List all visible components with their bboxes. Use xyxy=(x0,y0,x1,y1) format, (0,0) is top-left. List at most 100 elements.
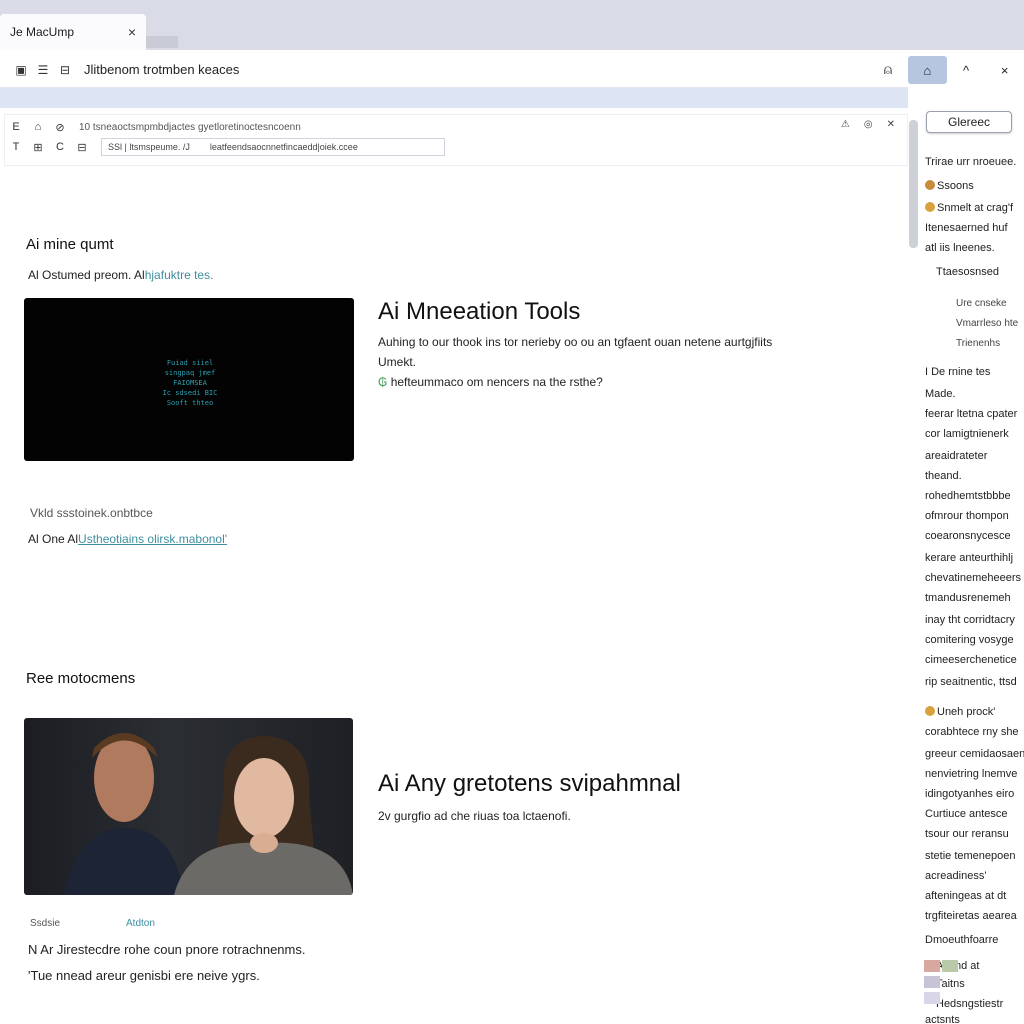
meta-prefix: Al One Al xyxy=(28,532,79,546)
side-panel-line: feerar ltetna cpater xyxy=(925,408,1017,420)
video-thumbnail[interactable]: Fuiad siiel singpaq jmef FAIOMSEA Ic sds… xyxy=(24,298,354,461)
side-panel-line-text: theand. xyxy=(925,470,962,482)
refresh-icon[interactable]: C xyxy=(49,141,71,153)
thumbnail[interactable] xyxy=(924,992,940,1004)
meta-link[interactable]: Ustheotiains olirsk.mabonol' xyxy=(78,532,227,546)
home-icon[interactable]: ⌂ xyxy=(908,56,947,84)
toolbar-path: 10 tsneaoctsmpmbdjactes gyetloretinoctes… xyxy=(79,121,301,133)
side-panel-line: tsour our reransu xyxy=(925,828,1009,840)
lock-icon[interactable]: ⌂ xyxy=(27,121,49,133)
side-panel-line: Snmelt at crag'f xyxy=(925,202,1013,214)
side-panel-line-text: afteningeas at dt xyxy=(925,890,1007,902)
collapse-icon[interactable]: ^ xyxy=(947,56,986,84)
side-panel-line: coearonsnycesce xyxy=(925,530,1011,542)
subtitle-text: Al Ostumed preom. Al xyxy=(28,268,145,282)
side-panel-line: I De rnine tes xyxy=(925,366,990,378)
main-content: Ai mine qumt Al Ostumed preom. Alhjafukt… xyxy=(0,166,906,1024)
photo-meta-b[interactable]: Atdton xyxy=(126,918,155,929)
thumbnail[interactable] xyxy=(924,976,940,988)
tab-strip-gap xyxy=(146,36,178,48)
side-panel-line-text: comitering vosyge xyxy=(925,634,1014,646)
grid-icon[interactable]: ⊞ xyxy=(27,141,49,154)
bullet-icon xyxy=(925,180,935,190)
page-icon[interactable]: ▣ xyxy=(10,63,32,77)
card-title-1[interactable]: Ai Mneeation Tools xyxy=(378,298,580,326)
page-toolbar: E ⌂ ⊘ 10 tsneaoctsmpmbdjactes gyetloreti… xyxy=(4,114,908,166)
subtitle-link[interactable]: hjafuktre tes. xyxy=(145,268,214,282)
text-tool-icon[interactable]: E xyxy=(5,121,27,133)
card-desc-line: Umekt. xyxy=(378,355,417,369)
pin-icon[interactable]: ✕ xyxy=(887,119,895,130)
meta-label: Vkld ssstoinek.onbtbce xyxy=(30,506,153,520)
side-panel-line-text: rip seaitnentic, ttsd xyxy=(925,676,1017,688)
side-panel-line: Vmarrleso hte xyxy=(956,318,1018,329)
side-panel-line-text: atl iis lneenes. xyxy=(925,242,995,254)
field-segment-a: SSl | ltsmspeume. /J xyxy=(108,142,190,152)
side-panel-line: kerare anteurthihlj xyxy=(925,552,1013,564)
toolbar-right-group: ⚠ ◎ ✕ xyxy=(841,119,895,130)
info-strip xyxy=(0,88,908,108)
side-panel-line-text: Made. xyxy=(925,388,956,400)
side-panel-line-text: areaidrateter xyxy=(925,450,988,462)
section-subtitle-1: Al Ostumed preom. Alhjafuktre tes. xyxy=(28,268,213,282)
thumbnail[interactable] xyxy=(942,960,958,972)
side-panel-button[interactable]: Glereec xyxy=(926,111,1012,133)
side-panel-line: Ttaesosnsed xyxy=(936,266,999,278)
portrait-photo[interactable] xyxy=(24,718,353,895)
card-title-2[interactable]: Ai Any gretotens svipahmnal xyxy=(378,770,681,798)
side-panel-line-text: kerare anteurthihlj xyxy=(925,552,1014,564)
side-panel-line-text: actsnts xyxy=(925,1014,960,1024)
video-caption-line: singpaq jmef xyxy=(164,369,216,377)
main-scrollbar-thumb[interactable] xyxy=(909,120,918,248)
photo-meta-a: Ssdsie xyxy=(30,918,61,929)
card-desc-line: ₲ hefteummaco om nencers na the rsthe? xyxy=(378,372,838,392)
main-scrollbar-track[interactable] xyxy=(908,116,920,1016)
address-field[interactable]: Jlitbenom trotmben keaces xyxy=(84,62,868,77)
toolbar-search-field[interactable]: SSl | ltsmspeume. /J leatfeendsaocnnetfi… xyxy=(101,138,445,156)
side-panel-line-text: Ure cnseke xyxy=(956,298,1007,309)
side-panel-line-text: Ttaesosnsed xyxy=(936,266,999,278)
alert-icon[interactable]: ⚠ xyxy=(841,119,850,130)
side-panel-line-text: Trienenhs xyxy=(956,338,1001,349)
side-panel-line-text: stetie temenepoen xyxy=(925,850,1016,862)
side-panel-line-text: Curtiuce antesce xyxy=(925,808,1008,820)
video-caption-line: Sooft thteo xyxy=(166,399,214,407)
video-caption: Fuiad siiel singpaq jmef FAIOMSEA Ic sds… xyxy=(154,358,226,408)
settings-icon[interactable]: ⊘ xyxy=(49,121,71,134)
side-panel-line: Curtiuce antesce xyxy=(925,808,1008,820)
browser-tab[interactable]: Je MacUmp × xyxy=(0,14,146,50)
photo-meta-labels: Ssdsie Atdton xyxy=(30,918,155,929)
side-panel-line: rip seaitnentic, ttsd xyxy=(925,676,1017,688)
side-panel-line: trgfiteiretas aearea xyxy=(925,910,1017,922)
profile-icon[interactable]: ⍝ xyxy=(868,61,908,78)
side-panel-line-text: cor lamigtnienerk xyxy=(925,428,1009,440)
field-segment-b: leatfeendsaocnnetfincaedd|oiek.ccee xyxy=(209,142,358,152)
file-icon[interactable]: ⊟ xyxy=(71,141,93,154)
type-icon[interactable]: T xyxy=(5,141,27,153)
reader-icon[interactable]: ☰ xyxy=(32,63,54,77)
side-thumbnails[interactable] xyxy=(924,960,960,1004)
side-panel-line-text: rohedhemtstbbbe xyxy=(925,490,1011,502)
side-panel-line: Trirae urr nroeuee. xyxy=(925,156,1016,168)
section-heading-1: Ai mine qumt xyxy=(26,236,114,253)
side-panel-line: ofmrour thompon xyxy=(925,510,1009,522)
toolbar-row-top: E ⌂ ⊘ 10 tsneaoctsmpmbdjactes gyetloreti… xyxy=(5,117,907,137)
portrait-illustration xyxy=(64,733,353,895)
close-window-icon[interactable]: × xyxy=(985,56,1024,84)
record-icon[interactable]: ◎ xyxy=(864,119,873,130)
side-panel-line: Ure cnseke xyxy=(956,298,1007,309)
thumbnail[interactable] xyxy=(924,960,940,972)
video-caption-line: Ic sdsedi BIC xyxy=(162,389,218,397)
side-panel-line: Made. xyxy=(925,388,956,400)
bookmark-icon[interactable]: ⊟ xyxy=(54,63,76,77)
side-panel-line-text: inay tht corridtacry xyxy=(925,614,1015,626)
side-panel-line-text: tmandusrenemeh xyxy=(925,592,1011,604)
side-panel-line: rohedhemtstbbbe xyxy=(925,490,1011,502)
side-panel-line-text: Trirae urr nroeuee. xyxy=(925,156,1017,168)
side-panel-line: atl iis lneenes. xyxy=(925,242,995,254)
tab-close-icon[interactable]: × xyxy=(128,24,136,40)
bullet-icon xyxy=(925,202,935,212)
side-panel-line: nenvietring lnemve xyxy=(925,768,1017,780)
side-panel-line: theand. xyxy=(925,470,962,482)
card-desc-text: hefteummaco om nencers na the rsthe? xyxy=(390,375,603,389)
